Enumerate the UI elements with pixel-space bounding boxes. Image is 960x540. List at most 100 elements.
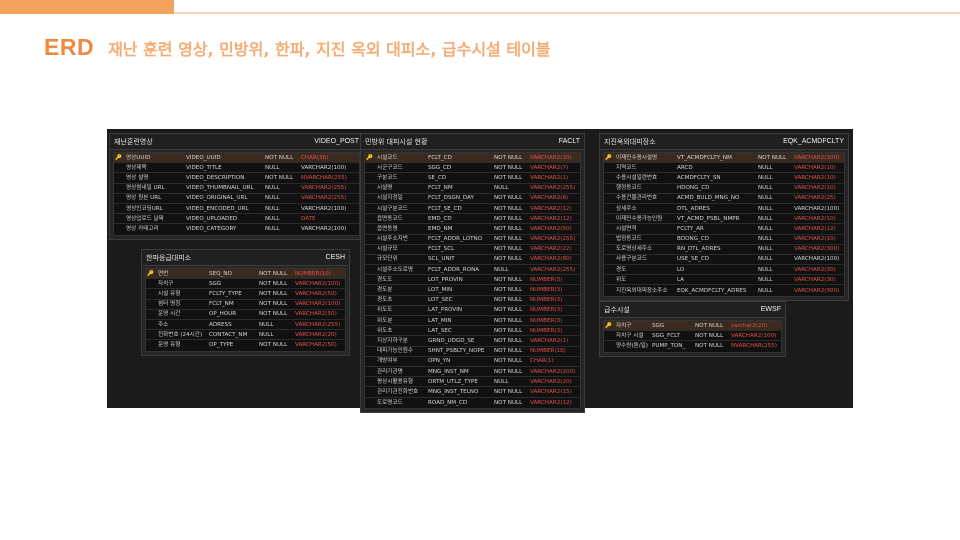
column-nullable: NOT NULL (494, 327, 523, 334)
column-logical-name: 이재민수용시설명 (616, 154, 658, 161)
column-datatype: VARCHAR2(10) (794, 174, 836, 181)
column-row[interactable]: 영상썸네일 URL VIDEO_THUMBNAIL_URL NULL VARCHAR2… (114, 183, 359, 194)
column-physical-name: LOT_MIN (428, 287, 453, 294)
column-row[interactable]: 시설주소지번 FCLT_ADDR_LOTNO NOT NULL VARCHAR2(25… (365, 234, 580, 245)
column-row[interactable]: 시군구코드 SGG_CD NOT NULL VARCHAR2(7) (365, 163, 580, 174)
column-nullable: NULL (758, 236, 773, 243)
column-nullable: NOT NULL (695, 343, 724, 350)
column-logical-name: 구분코드 (377, 174, 398, 181)
column-row[interactable]: 경도도 LOT_PROVIN NOT NULL NUMBER(3) (365, 275, 580, 286)
column-row[interactable]: 위도초 LAT_SEC NOT NULL NUMBER(3) (365, 326, 580, 337)
column-datatype: NVARCHAR(255) (301, 174, 347, 181)
column-row[interactable]: 평상시활용유형 ORTM_UTLZ_TYPE NULL VARCHAR2(20) (365, 377, 580, 388)
column-row[interactable]: 운영 시간 OP_HOUR NOT NULL VARCHAR2(50) (146, 309, 345, 320)
column-logical-name: 시설면적 (616, 225, 637, 232)
column-row[interactable]: 시설 유형 FCLTY_TYPE NOT NULL VARCHAR2(50) (146, 289, 345, 300)
column-datatype: VARCHAR2(20) (530, 378, 572, 385)
column-physical-name: BDONG_CD (677, 236, 710, 243)
column-row[interactable]: 지진옥외대피장소주소 EQK_ACMDFCLTY_ADRES NULL VARCHAR… (604, 285, 844, 296)
column-logical-name: 관리기관전화번호 (377, 388, 419, 395)
column-logical-name: 읍면동코드 (377, 215, 403, 222)
column-row[interactable]: 법정동코드 BDONG_CD NULL VARCHAR2(10) (604, 234, 844, 245)
column-row[interactable]: 영상제목 VIDEO_TITLE NULL VARCHAR2(100) (114, 163, 359, 174)
column-row[interactable]: 규모단위 SCL_UNIT NOT NULL VARCHAR2(80) (365, 254, 580, 266)
column-physical-name: LAT_MIN (428, 317, 452, 324)
column-row[interactable]: 구분코드 SE_CD NOT NULL VARCHAR2(1) (365, 173, 580, 184)
column-logical-name: 영상 설명 (126, 174, 149, 181)
column-datatype: VARCHAR2(8) (530, 195, 569, 202)
column-row[interactable]: 도로명코드 ROAD_NM_CD NOT NULL VARCHAR2(12) (365, 397, 580, 408)
column-row[interactable]: 읍면동코드 EMD_CD NOT NULL VARCHAR2(12) (365, 214, 580, 225)
column-row[interactable]: 위도도 LAT_PROVIN NOT NULL NUMBER(3) (365, 305, 580, 316)
column-row[interactable]: 위도 LA NULL VARCHAR2(30) (604, 275, 844, 286)
primary-key-row[interactable]: 🔑 연번 SEQ_NO NOT NULL NUMBER(10) (146, 269, 345, 280)
primary-key-row[interactable]: 🔑 이재민수용시설명 VT_ACMDFCLTY_NM NOT NULL VARCHAR2… (604, 153, 844, 164)
column-row[interactable]: 영상 원본 URL VIDEO_ORIGINAL_URL NULL VARCHAR2(… (114, 193, 359, 204)
column-row[interactable]: 경도 LO NULL VARCHAR2(30) (604, 265, 844, 276)
entity-ewsf[interactable]: 급수시설 EWSF 🔑 자치구 SGG NOT NULL varchar2(20) 자치구 시… (599, 301, 786, 357)
column-row[interactable]: 관리기관명 MNG_INST_NM NOT NULL VARCHAR2(200) (365, 366, 580, 378)
column-physical-name: FCLT_SCL (428, 246, 455, 253)
entity-logical-name: 지진옥외대피장소 (604, 137, 656, 146)
entity-cesh[interactable]: 한파응급대피소 CESH 🔑 연번 SEQ_NO NOT NULL NUMBER(10) 자치… (141, 249, 350, 356)
column-datatype: VARCHAR2(30) (794, 266, 836, 273)
primary-key-row[interactable]: 🔑 자치구 SGG NOT NULL varchar2(20) (604, 321, 781, 332)
column-physical-name: PUMP_TON_ (652, 343, 686, 350)
column-logical-name: 관리기관명 (377, 368, 403, 375)
primary-key-row[interactable]: 🔑 영상UUID VIDEO_UUID NOT NULL CHAR(36) (114, 153, 359, 164)
entity-eqk-acmdfclty[interactable]: 지진옥외대피장소 EQK_ACMDFCLTY 🔑 이재민수용시설명 VT_ACMDFCL… (599, 133, 849, 301)
column-row[interactable]: 시설지정일 FCLT_DSGN_DAY NOT NULL VARCHAR2(8) (365, 193, 580, 204)
entity-video-post[interactable]: 재난훈련영상 VIDEO_POST 🔑 영상UUID VIDEO_UUID NOT NUL… (109, 133, 364, 240)
column-row[interactable]: 영상 설명 VIDEO_DESCRIPTION NOT NULL NVARCHAR(2… (114, 173, 359, 184)
column-row[interactable]: 운영 유형 OP_TYPE NOT NULL VARCHAR2(50) (146, 340, 345, 351)
column-row[interactable]: 사용구분코드 USE_SE_CD NULL VARCHAR2(100) (604, 254, 844, 266)
column-row[interactable]: 관리기관전화번호 MNG_INST_TELNO NOT NULL VARCHAR2(1… (365, 387, 580, 398)
column-row[interactable]: 행정동코드 HDONG_CD NULL VARCHAR2(10) (604, 183, 844, 194)
column-row[interactable]: 전화번호 (24시간) CONTACT_NM NULL VARCHAR2(20) (146, 330, 345, 341)
column-row[interactable]: 영상인코딩URL VIDEO_ENCODED_URL NULL VARCHAR2(10… (114, 203, 359, 215)
column-row[interactable]: 도로명상세주소 RN_DTL_ADRES NULL VARCHAR2(300) (604, 244, 844, 255)
column-row[interactable]: 지역코드 ARCD NULL VARCHAR2(10) (604, 163, 844, 174)
column-row[interactable]: 영상 카테고리 VIDEO_CATEGORY NULL VARCHAR2(100) (114, 224, 359, 235)
column-logical-name: 경도도 (377, 276, 393, 283)
column-logical-name: 시군구코드 (377, 164, 403, 171)
entity-columns: 🔑 자치구 SGG NOT NULL varchar2(20) 자치구 시설 SGG_FCL… (603, 320, 782, 353)
primary-key-row[interactable]: 🔑 시설코드 FCLT_CD NOT NULL VARCHAR2(10) (365, 153, 580, 164)
entity-columns: 🔑 연번 SEQ_NO NOT NULL NUMBER(10) 자치구 SGG NOT NUL… (145, 268, 346, 352)
column-row[interactable]: 수용건물관리번호 ACMD_BULD_MNG_NO NULL VARCHAR2(25) (604, 193, 844, 204)
column-row[interactable]: 상세주소 DTL_ADRES NULL VARCHAR2(100) (604, 203, 844, 215)
column-nullable: NOT NULL (695, 322, 724, 329)
column-physical-name: MNG_INST_TELNO (428, 388, 479, 395)
column-nullable: NULL (265, 195, 280, 202)
column-row[interactable]: 이재민수용가능인원 VT_ACMD_PSBL_NMPR NULL VARCHAR2(1… (604, 214, 844, 225)
column-row[interactable]: 개방여부 OPN_YN NOT NULL CHAR(1) (365, 356, 580, 367)
column-row[interactable]: 지상지하구분 GRND_UDGD_SE NOT NULL VARCHAR2(1) (365, 336, 580, 347)
column-row[interactable]: 경도초 LOT_SEC NOT NULL NUMBER(3) (365, 295, 580, 306)
entity-logical-name: 급수시설 (604, 305, 630, 314)
column-row[interactable]: 읍면동명 EMD_NM NOT NULL VARCHAR2(50) (365, 224, 580, 235)
column-row[interactable]: 쉼터 명칭 FCLT_NM NOT NULL VARCHAR2(100) (146, 299, 345, 310)
column-row[interactable]: 시설면적 FCLTY_AR NULL VARCHAR2(12) (604, 224, 844, 235)
column-logical-name: 시설 유형 (158, 290, 181, 297)
column-row[interactable]: 주소 ADRESS NULL VARCHAR2(255) (146, 319, 345, 331)
column-row[interactable]: 대피가능인원수 SHNT_PSBLTY_NOPE NOT NULL NUMBER(10… (365, 346, 580, 357)
column-row[interactable]: 수용시설일련번호 ACMDFCLTY_SN NULL VARCHAR2(10) (604, 173, 844, 184)
column-row[interactable]: 시설주소도로명 FCLT_ADDR_RONA NULL VARCHAR2(255) (365, 265, 580, 276)
column-row[interactable]: 시설명 FCLT_NM NULL VARCHAR2(255) (365, 183, 580, 194)
column-row[interactable]: 경도분 LOT_MIN NOT NULL NUMBER(3) (365, 285, 580, 296)
column-row[interactable]: 자치구 SGG NOT NULL VARCHAR2(100) (146, 279, 345, 290)
column-physical-name: FCLTY_AR (677, 225, 704, 232)
column-row[interactable]: 위도분 LAT_MIN NOT NULL NUMBER(3) (365, 316, 580, 327)
column-nullable: NULL (494, 378, 509, 385)
column-nullable: NOT NULL (695, 332, 724, 339)
column-datatype: VARCHAR2(12) (530, 205, 572, 212)
entity-faclt[interactable]: 민방위 대피시설 현황 FACLT 🔑 시설코드 FCLT_CD NOT NULL VARC… (360, 133, 585, 413)
column-row[interactable]: 시설규모 FCLT_SCL NOT NULL VARCHAR2(22) (365, 244, 580, 255)
column-logical-name: 상세주소 (616, 205, 637, 212)
column-row[interactable]: 영상업로드 날짜 VIDEO_UPLOADED NULL DATE (114, 214, 359, 225)
column-row[interactable]: 양수량(톤/일) PUMP_TON_ NOT NULL NVARCHAR(255) (604, 341, 781, 352)
column-nullable: NOT NULL (494, 215, 523, 222)
column-datatype: VARCHAR2(100) (295, 280, 341, 287)
column-row[interactable]: 자치구 시설 SGG_FCLT NOT NULL VARCHAR2(100) (604, 331, 781, 342)
column-row[interactable]: 시설구분코드 FCLT_SE_CD NOT NULL VARCHAR2(12) (365, 203, 580, 215)
